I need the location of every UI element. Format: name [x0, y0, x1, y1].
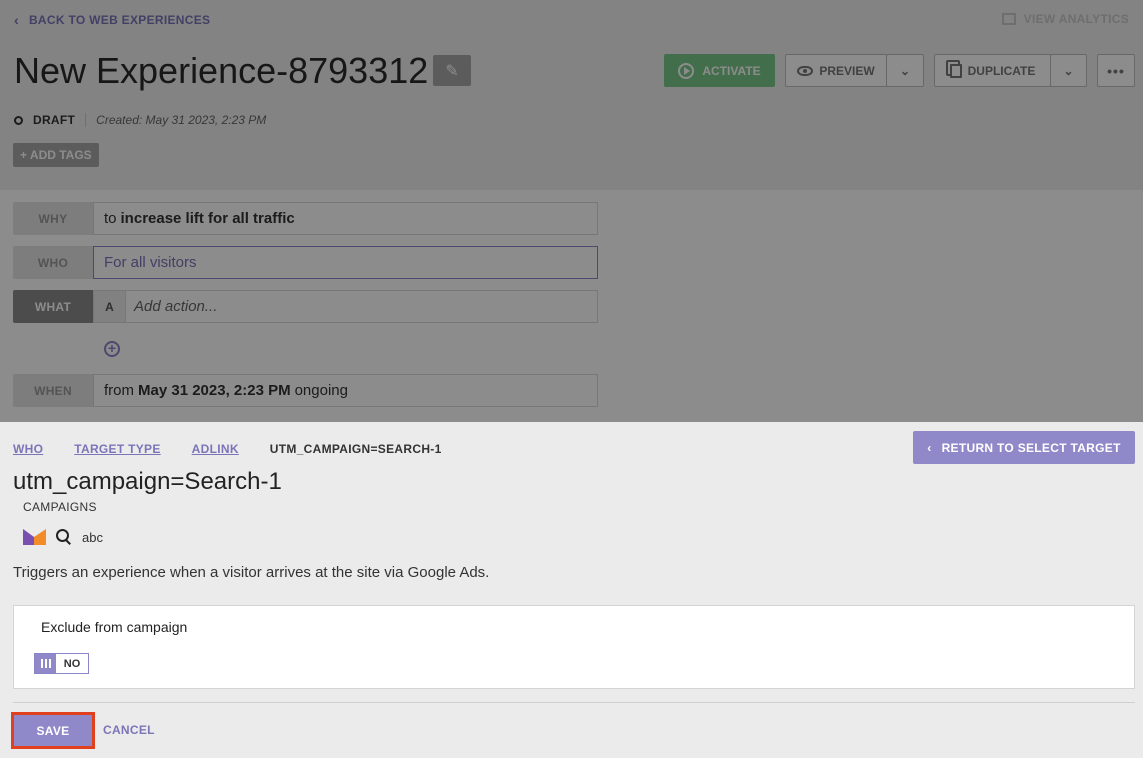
target-description: Triggers an experience when a visitor ar…	[13, 564, 490, 581]
search-icon[interactable]	[56, 529, 72, 545]
return-label: RETURN TO SELECT TARGET	[941, 440, 1121, 455]
campaign-search-value: abc	[82, 529, 103, 545]
exclude-card: Exclude from campaign NO	[13, 605, 1135, 689]
exclude-toggle[interactable]: NO	[34, 653, 89, 674]
exclude-label: Exclude from campaign	[41, 619, 188, 635]
dim-overlay	[0, 0, 1143, 422]
breadcrumb: WHO TARGET TYPE ADLINK UTM_CAMPAIGN=SEAR…	[13, 442, 442, 456]
breadcrumb-target-type[interactable]: TARGET TYPE	[74, 442, 160, 456]
toggle-state: NO	[63, 657, 81, 670]
cancel-button[interactable]: CANCEL	[103, 723, 155, 737]
campaign-search-row: abc	[23, 529, 103, 545]
campaigns-label: CAMPAIGNS	[23, 500, 97, 514]
panel-divider	[13, 702, 1135, 703]
save-button[interactable]: SAVE	[14, 715, 92, 746]
target-panel: WHO TARGET TYPE ADLINK UTM_CAMPAIGN=SEAR…	[0, 422, 1143, 758]
breadcrumb-current: UTM_CAMPAIGN=SEARCH-1	[269, 442, 442, 456]
toggle-grip-icon	[35, 654, 56, 673]
target-title: utm_campaign=Search-1	[13, 468, 282, 495]
brand-logo-icon	[23, 529, 46, 545]
return-to-select-target-button[interactable]: ‹ RETURN TO SELECT TARGET	[913, 431, 1135, 464]
chevron-left-icon: ‹	[927, 440, 932, 455]
breadcrumb-who[interactable]: WHO	[13, 442, 43, 456]
breadcrumb-adlink[interactable]: ADLINK	[192, 442, 239, 456]
